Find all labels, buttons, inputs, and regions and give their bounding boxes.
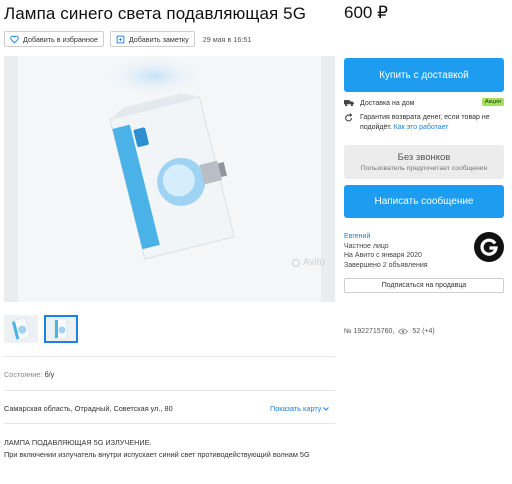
show-map-link[interactable]: Показать карту xyxy=(270,404,330,413)
add-to-favorites-label: Добавить в избранное xyxy=(23,34,98,44)
seller-completed: Завершено 2 объявления xyxy=(344,261,428,269)
chevron-down-icon xyxy=(323,406,330,411)
add-note-label: Добавить заметку xyxy=(128,34,189,44)
listing-number: № 1922715760, xyxy=(344,328,395,335)
photo-gallery[interactable]: Avito xyxy=(4,56,335,302)
heart-icon xyxy=(10,35,19,44)
watermark-text: Avito xyxy=(302,257,325,268)
divider xyxy=(4,356,335,357)
price: 600 ₽ xyxy=(344,3,388,22)
condition-label: Состояние: xyxy=(4,370,43,379)
guarantee-info: Гарантия возврата денег, если товар не п… xyxy=(344,113,504,133)
delivery-info: Доставка на дом Акция xyxy=(344,97,504,109)
thumbnail-strip xyxy=(4,315,78,343)
listing-meta: № 1922715760, 52 (+4) xyxy=(344,328,504,335)
thumbnail-1[interactable] xyxy=(4,315,38,343)
publish-date: 29 мая в 16:51 xyxy=(202,34,252,44)
note-icon xyxy=(116,35,125,43)
return-arrow-icon xyxy=(345,113,353,122)
divider xyxy=(4,390,335,391)
write-message-button[interactable]: Написать сообщение xyxy=(344,185,504,218)
condition: Состояние: б/у xyxy=(4,370,54,379)
promo-badge: Акция xyxy=(481,98,504,106)
description-line-2: При включении излучатель внутри испускае… xyxy=(4,449,310,459)
how-it-works-link[interactable]: Как это работает xyxy=(394,124,449,131)
show-map-label: Показать карту xyxy=(270,404,322,413)
no-calls-title: Без звонков xyxy=(397,152,451,163)
no-calls-notice: Без звонков Пользователь предпочитает со… xyxy=(344,145,504,179)
delivery-text: Доставка на дом xyxy=(360,99,415,107)
add-to-favorites-button[interactable]: Добавить в избранное xyxy=(4,31,104,47)
condition-value: б/у xyxy=(44,370,55,379)
divider xyxy=(4,423,335,424)
listing-actions: Добавить в избранное Добавить заметку 29… xyxy=(4,31,251,47)
seller-avatar[interactable] xyxy=(474,232,504,262)
eye-icon xyxy=(398,328,409,335)
description-line-1: ЛАМПА ПОДАВЛЯЮЩАЯ 5G ИЗЛУЧЕНИЕ. xyxy=(4,438,152,447)
buy-with-delivery-button[interactable]: Купить с доставкой xyxy=(344,58,504,92)
description: ЛАМПА ПОДАВЛЯЮЩАЯ 5G ИЗЛУЧЕНИЕ. При вклю… xyxy=(4,437,324,460)
add-note-button[interactable]: Добавить заметку xyxy=(109,31,195,47)
no-calls-subtitle: Пользователь предпочитает сообщения xyxy=(360,165,488,172)
truck-icon xyxy=(344,100,354,107)
avito-logo-icon xyxy=(291,258,300,267)
views-count: 52 (+4) xyxy=(412,328,435,335)
thumbnail-2[interactable] xyxy=(44,315,78,343)
product-photo xyxy=(104,56,235,260)
avito-watermark: Avito xyxy=(291,257,325,268)
address: Самарская область, Отрадный, Советская у… xyxy=(4,404,173,413)
g-logo-icon xyxy=(480,238,498,256)
page-title: Лампа синего света подавляющая 5G xyxy=(4,4,307,23)
subscribe-to-seller-button[interactable]: Подписаться на продавца xyxy=(344,278,504,293)
